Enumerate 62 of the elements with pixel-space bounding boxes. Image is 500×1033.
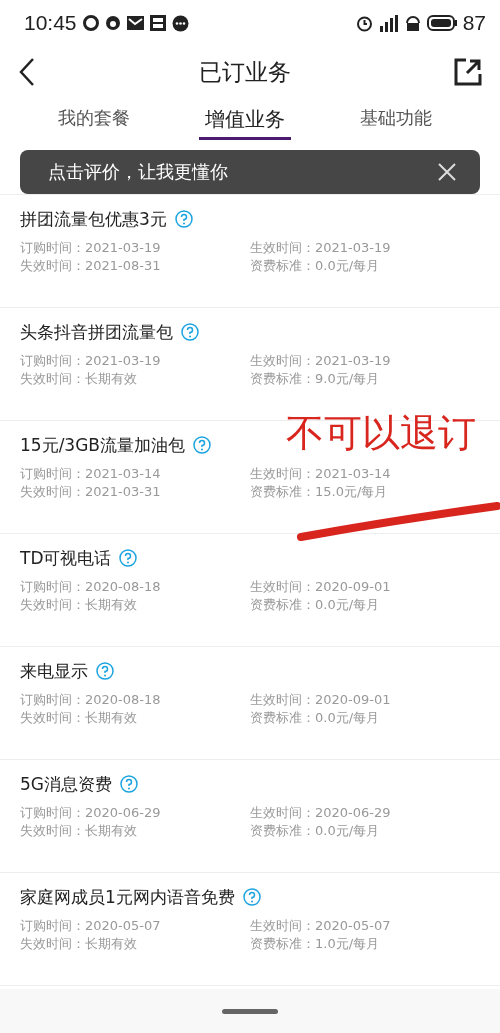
effective-time: 生效时间：2021-03-14 — [250, 465, 392, 483]
share-icon[interactable] — [454, 58, 482, 86]
fee-standard: 资费标准：0.0元/每月 — [250, 596, 381, 614]
help-icon[interactable] — [174, 210, 193, 228]
order-time: 订购时间：2020-05-07 — [20, 917, 162, 935]
signal-icon — [378, 14, 399, 32]
service-name: 家庭网成员1元网内语音免费 — [20, 885, 235, 909]
effective-time: 生效时间：2020-06-29 — [250, 804, 392, 822]
tab[interactable]: 我的套餐 — [51, 104, 136, 137]
home-indicator[interactable] — [222, 1008, 278, 1014]
effective-time: 生效时间：2020-09-01 — [250, 578, 392, 596]
service-name: 头条抖音拼团流量包 — [20, 320, 173, 344]
expire-time: 失效时间：2021-08-31 — [20, 257, 162, 275]
effective-time: 生效时间：2020-05-07 — [250, 917, 392, 935]
effective-time: 生效时间：2021-03-19 — [250, 239, 392, 257]
service-name: 15元/3GB流量加油包 — [20, 433, 185, 457]
expire-time: 失效时间：长期有效 — [20, 370, 138, 388]
help-icon[interactable] — [120, 775, 138, 793]
order-time: 订购时间：2021-03-19 — [20, 239, 162, 257]
battery-level: 87 — [462, 11, 486, 35]
order-time: 订购时间：2020-06-29 — [20, 804, 162, 822]
help-icon[interactable] — [119, 549, 138, 567]
tab[interactable]: 基础功能 — [354, 104, 439, 137]
clock-time: 10:45 — [24, 11, 77, 35]
expire-time: 失效时间：长期有效 — [20, 822, 138, 840]
expire-time: 失效时间：长期有效 — [20, 596, 138, 614]
fee-standard: 资费标准：0.0元/每月 — [250, 709, 381, 727]
page-title: 已订业务 — [199, 57, 291, 87]
battery-icon — [426, 15, 457, 31]
help-icon[interactable] — [181, 323, 199, 341]
fee-standard: 资费标准：15.0元/每月 — [250, 483, 389, 501]
order-time: 订购时间：2021-03-19 — [20, 352, 162, 370]
service-name: 来电显示 — [20, 659, 88, 683]
service-name: TD可视电话 — [20, 546, 112, 570]
annotation-text: 不可以退订 — [286, 414, 476, 452]
help-icon[interactable] — [96, 662, 114, 680]
service-name: 拼团流量包优惠3元 — [20, 207, 167, 231]
tab[interactable]: 增值业务 — [199, 104, 291, 140]
alarm-icon — [355, 14, 373, 32]
toast-text: 点击评价，让我更懂你 — [48, 160, 228, 184]
effective-time: 生效时间：2021-03-19 — [250, 352, 392, 370]
fee-standard: 资费标准：0.0元/每月 — [250, 257, 381, 275]
help-icon[interactable] — [242, 888, 261, 906]
mail-icon — [126, 16, 144, 30]
order-time: 订购时间：2020-08-18 — [20, 691, 162, 709]
expire-time: 失效时间：2021-03-31 — [20, 483, 162, 501]
close-icon[interactable] — [438, 163, 456, 181]
expire-time: 失效时间：长期有效 — [20, 935, 138, 953]
help-icon[interactable] — [193, 436, 211, 454]
fee-standard: 资费标准：0.0元/每月 — [250, 822, 381, 840]
service-name: 5G消息资费 — [20, 772, 112, 796]
effective-time: 生效时间：2020-09-01 — [250, 691, 392, 709]
order-time: 订购时间：2021-03-14 — [20, 465, 162, 483]
back-icon[interactable] — [18, 57, 36, 87]
chat-icon — [171, 14, 189, 32]
app-icon — [149, 15, 166, 31]
fee-standard: 资费标准：9.0元/每月 — [250, 370, 381, 388]
fee-standard: 资费标准：1.0元/每月 — [250, 935, 381, 953]
expire-time: 失效时间：长期有效 — [20, 709, 138, 727]
order-time: 订购时间：2020-08-18 — [20, 578, 162, 596]
app-icon — [82, 15, 99, 31]
app-icon — [104, 15, 121, 31]
